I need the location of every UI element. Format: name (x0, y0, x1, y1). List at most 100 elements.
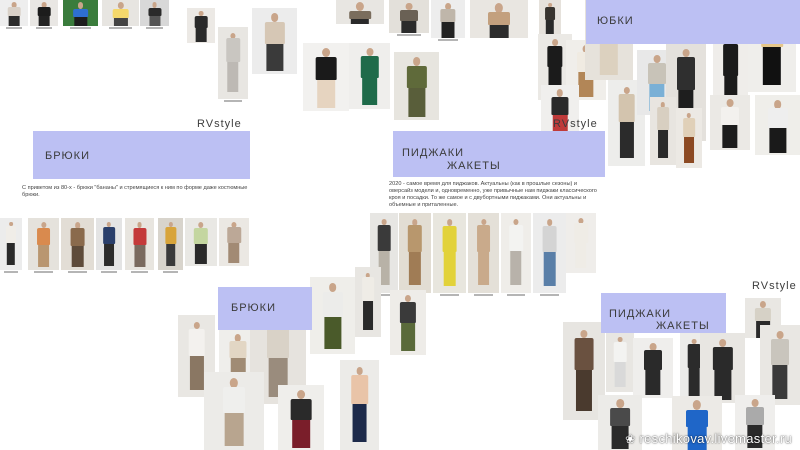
photo-caption-line (397, 34, 421, 36)
model-bottom (104, 244, 114, 267)
model-top (349, 10, 371, 19)
model-top (551, 96, 569, 115)
model-top (164, 226, 177, 245)
fashion-photo (700, 333, 745, 403)
model-top (267, 326, 289, 358)
photo-caption-line (109, 27, 132, 29)
model-bottom (722, 125, 738, 149)
model-bottom (265, 43, 284, 72)
model-bottom (195, 27, 207, 43)
model-bottom (614, 361, 626, 388)
model-bottom (133, 244, 146, 267)
fashion-photo (389, 0, 429, 33)
model-bottom (443, 252, 456, 286)
model-bottom (575, 243, 587, 269)
model-top (542, 225, 557, 252)
photo-caption-line (35, 27, 53, 29)
model-top (194, 16, 208, 28)
photo-caption-line (130, 271, 149, 273)
model-bottom (408, 251, 422, 286)
model-top (147, 7, 162, 17)
model-top (406, 65, 427, 89)
model-top (440, 9, 456, 22)
fashion-photo (760, 325, 800, 405)
model-bottom (8, 15, 20, 26)
model-top (264, 21, 285, 44)
fashion-photo (355, 267, 381, 337)
model-top (545, 7, 555, 20)
photo-caption-line (70, 27, 91, 29)
fashion-photo (102, 0, 139, 26)
model-bottom (194, 243, 208, 264)
watermark-text: reschikovav.livemaster.ru (639, 431, 792, 446)
model-bottom (363, 300, 373, 330)
jackets-title-line1: ПИДЖАКИ (402, 147, 465, 159)
fashion-photo (676, 108, 702, 168)
fashion-photo (533, 213, 566, 293)
model-bottom (489, 24, 509, 38)
fashion-photo (158, 218, 183, 270)
photo-caption-line (34, 271, 53, 273)
fashion-photo (710, 95, 750, 150)
fashion-photo (204, 372, 264, 450)
model-top (226, 38, 240, 63)
fashion-photo (96, 218, 122, 270)
fashion-photo (349, 43, 390, 109)
model-head (692, 400, 702, 410)
model-bottom (768, 128, 787, 154)
model-bottom (401, 323, 415, 351)
fashion-photo (303, 43, 349, 111)
model-top (407, 225, 423, 252)
model-top (613, 342, 627, 362)
fashion-photo (252, 8, 297, 74)
trousers-bottom-title: БРЮКИ (231, 302, 276, 314)
model-top (648, 62, 666, 85)
fashion-photo (336, 0, 384, 24)
model-top (574, 223, 588, 244)
model-top (722, 44, 739, 76)
model-bottom (619, 122, 634, 159)
model-top (223, 387, 245, 414)
model-top (677, 56, 695, 90)
model-head (229, 378, 239, 388)
model-bottom (227, 62, 239, 93)
fashion-photo (650, 97, 676, 165)
model-top (644, 350, 662, 371)
model-bottom (772, 365, 788, 399)
model-top (399, 301, 417, 324)
model-top (400, 10, 418, 22)
model-bottom (323, 317, 342, 350)
model-bottom (688, 368, 700, 399)
model-top (712, 347, 733, 371)
photo-caption-line (163, 271, 178, 273)
photo-caption-line (439, 294, 460, 296)
fashion-photo (140, 0, 169, 26)
model-top (193, 227, 209, 244)
fashion-photo (30, 0, 58, 26)
fashion-photo (310, 277, 355, 354)
model-bottom (477, 251, 490, 286)
model-top (188, 328, 205, 356)
model-bottom (599, 41, 619, 76)
model-bottom (6, 243, 16, 266)
photo-caption-line (101, 271, 117, 273)
fashion-photo (755, 95, 800, 155)
fashion-photo (218, 27, 248, 99)
model-top (377, 224, 391, 252)
photo-caption-line (67, 271, 88, 273)
watermark: ❀ reschikovav.livemaster.ru (625, 431, 792, 446)
model-bottom (441, 21, 455, 38)
fashion-photo (566, 213, 596, 273)
fashion-photo (125, 218, 154, 270)
fashion-photo (219, 218, 249, 266)
model-top (686, 409, 708, 428)
brand-label-jackets: RVstyle (553, 118, 598, 130)
skirts-title: ЮБКИ (597, 15, 634, 27)
model-top (683, 117, 695, 138)
model-top (746, 406, 764, 426)
fashion-photo (431, 0, 465, 38)
model-top (290, 398, 312, 421)
model-top (687, 344, 701, 369)
flower-icon: ❀ (625, 431, 636, 446)
model-bottom (38, 15, 50, 26)
